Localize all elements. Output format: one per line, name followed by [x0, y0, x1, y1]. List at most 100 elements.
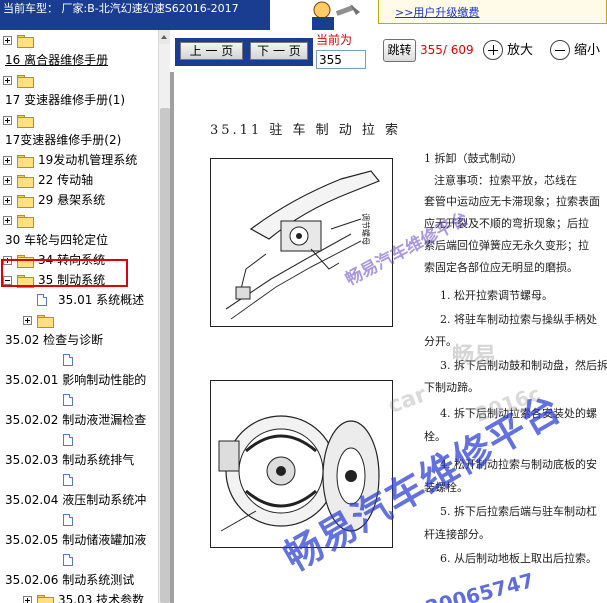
document-text-line: 装螺栓。 [424, 481, 468, 494]
current-page-label: 当前为 [316, 33, 353, 47]
tree-item[interactable]: 35.01 系统概述 [0, 290, 158, 310]
next-page-button[interactable]: 下 一 页 [250, 42, 308, 60]
tree-item[interactable] [0, 470, 158, 490]
tree-item[interactable] [0, 350, 158, 370]
tree-item[interactable]: 35.02.03 制动系统排气 [0, 450, 158, 470]
folder-icon [17, 115, 34, 128]
parking-brake-lever-figure: 调节螺母 [210, 158, 393, 327]
document-text-line: 4. 拆下后制动拉索各安装处的螺 [440, 407, 597, 420]
tree-item[interactable]: 29 悬架系统 [0, 190, 158, 210]
folder-icon [17, 35, 34, 48]
tree-item[interactable]: 35.02 检查与诊断 [0, 330, 158, 350]
tree-item[interactable] [0, 210, 158, 230]
tree-item-label: 22 传动轴 [38, 173, 94, 187]
expand-icon[interactable] [3, 196, 12, 205]
document-text-line: 4. 松开制动拉索与制动底板的安 [440, 458, 597, 471]
tree-item[interactable]: 17变速器维修手册(2) [0, 130, 158, 150]
rear-brake-drum-figure [210, 380, 393, 548]
tree-item-label: 35.02.05 制动储液罐加液 [5, 533, 147, 547]
selected-highlight-box [1, 259, 128, 287]
zoom-in-icon [483, 40, 503, 60]
tree-item[interactable]: 17 变速器维修手册(1) [0, 90, 158, 110]
tree-item-label: 29 悬架系统 [38, 193, 106, 207]
tree-item-label: 35.02.04 液压制动系统冲 [5, 493, 147, 507]
tree-item[interactable] [0, 30, 158, 50]
tree-item[interactable]: 35.02.06 制动系统测试 [0, 570, 158, 590]
document-text-line: 栓。 [424, 430, 446, 443]
tree-item-label: 17变速器维修手册(2) [5, 133, 122, 147]
expand-icon[interactable] [3, 76, 12, 85]
toolbar: 上 一 页 下 一 页 当前为 跳转 355/ 609 放大 缩小 [170, 30, 607, 72]
expand-icon[interactable] [3, 116, 12, 125]
tree-item[interactable]: 35.02.01 影响制动性能的 [0, 370, 158, 390]
directory-tree: 16 离合器维修手册 17 变速器维修手册(1) 17变速器维修手册(2) 19发动机… [0, 30, 158, 603]
tree-item[interactable]: 22 传动轴 [0, 170, 158, 190]
tree-item[interactable] [0, 110, 158, 130]
expand-icon[interactable] [23, 596, 32, 603]
tree-item[interactable]: 16 离合器维修手册 [0, 50, 158, 70]
sidebar-scrollbar[interactable] [158, 30, 170, 603]
document-text-line: 索固定各部位应无明显的磨损。 [424, 261, 578, 274]
document-text-line: 下制动蹄。 [424, 381, 479, 394]
document-text-line: 1. 松开拉索调节螺母。 [440, 289, 553, 302]
tree-item-label: 35.01 系统概述 [58, 293, 145, 307]
document-text-line: 1 拆卸（鼓式制动） [424, 152, 523, 165]
tree-item-label: 19发动机管理系统 [38, 153, 138, 167]
zoom-out-label: 缩小 [574, 43, 601, 58]
document-icon [63, 354, 73, 366]
tree-item-label: 35.02 检查与诊断 [5, 333, 104, 347]
expand-icon[interactable] [23, 316, 32, 325]
document-text-line: 3. 拆下后制动鼓和制动盘，然后拆 [440, 359, 607, 372]
tree-item[interactable] [0, 310, 158, 330]
tree-item[interactable] [0, 430, 158, 450]
tree-item[interactable]: 35.03 技术参数 [0, 590, 158, 603]
tree-item-label: 35.02.03 制动系统排气 [5, 453, 135, 467]
tree-item[interactable]: 35.02.04 液压制动系统冲 [0, 490, 158, 510]
document-icon [37, 294, 47, 306]
tree-item[interactable] [0, 70, 158, 90]
document-text-line: 注意事项：拉索平放，芯线在 [434, 174, 577, 187]
tree-item[interactable] [0, 550, 158, 570]
tree-item-label: 35.03 技术参数 [58, 593, 145, 603]
tree-item[interactable]: 19发动机管理系统 [0, 150, 158, 170]
expand-icon[interactable] [3, 216, 12, 225]
folder-icon [17, 75, 34, 88]
folder-icon [37, 595, 54, 603]
upgrade-box: >>用户升级缴费 [378, 0, 607, 24]
zoom-out-button[interactable]: 缩小 [550, 39, 607, 63]
page-number-input[interactable] [316, 50, 366, 69]
tree-item-label: 30 车轮与四轮定位 [5, 233, 109, 247]
document-text-line: 索后端回位弹簧应无永久变形；拉 [424, 239, 589, 252]
folder-icon [17, 215, 34, 228]
tree-item-label: 35.02.06 制动系统测试 [5, 573, 135, 587]
scroll-thumb[interactable] [160, 108, 170, 603]
expand-icon[interactable] [3, 156, 12, 165]
tree-item[interactable] [0, 510, 158, 530]
document-text-line: 5. 拆下后拉索后端与驻车制动杠 [440, 505, 597, 518]
tree-item[interactable] [0, 390, 158, 410]
tree-item-label: 35.02.01 影响制动性能的 [5, 373, 147, 387]
scroll-up-arrow[interactable] [159, 30, 170, 44]
folder-icon [17, 155, 34, 168]
zoom-in-button[interactable]: 放大 [483, 39, 543, 63]
document-icon [63, 554, 73, 566]
mascot-icon [300, 0, 370, 30]
figure-label: 调节螺母 [361, 213, 371, 245]
upgrade-link[interactable]: >>用户升级缴费 [395, 4, 479, 20]
folder-icon [17, 195, 34, 208]
zoom-in-label: 放大 [507, 43, 534, 58]
tree-item[interactable]: 35.02.02 制动液泄漏检查 [0, 410, 158, 430]
tree-item-label: 35.02.02 制动液泄漏检查 [5, 413, 147, 427]
document-text-line: 套管中运动应无卡滞现象；拉索表面 [424, 195, 600, 208]
expand-icon[interactable] [3, 36, 12, 45]
document-icon [63, 474, 73, 486]
goto-button[interactable]: 跳转 [383, 39, 416, 62]
zoom-out-icon [550, 40, 570, 60]
tree-item[interactable]: 35.02.05 制动储液罐加液 [0, 530, 158, 550]
prev-page-button[interactable]: 上 一 页 [180, 42, 243, 60]
tree-item[interactable]: 30 车轮与四轮定位 [0, 230, 158, 250]
document-viewer[interactable]: 35.11 驻 车 制 动 拉 索 调节螺母 1 拆卸（鼓式制动） 注意事项：拉… [170, 72, 607, 603]
expand-icon[interactable] [3, 176, 12, 185]
document-text-line: 应无开裂及不顺的弯折现象；后拉 [424, 217, 589, 230]
folder-icon [37, 315, 54, 328]
